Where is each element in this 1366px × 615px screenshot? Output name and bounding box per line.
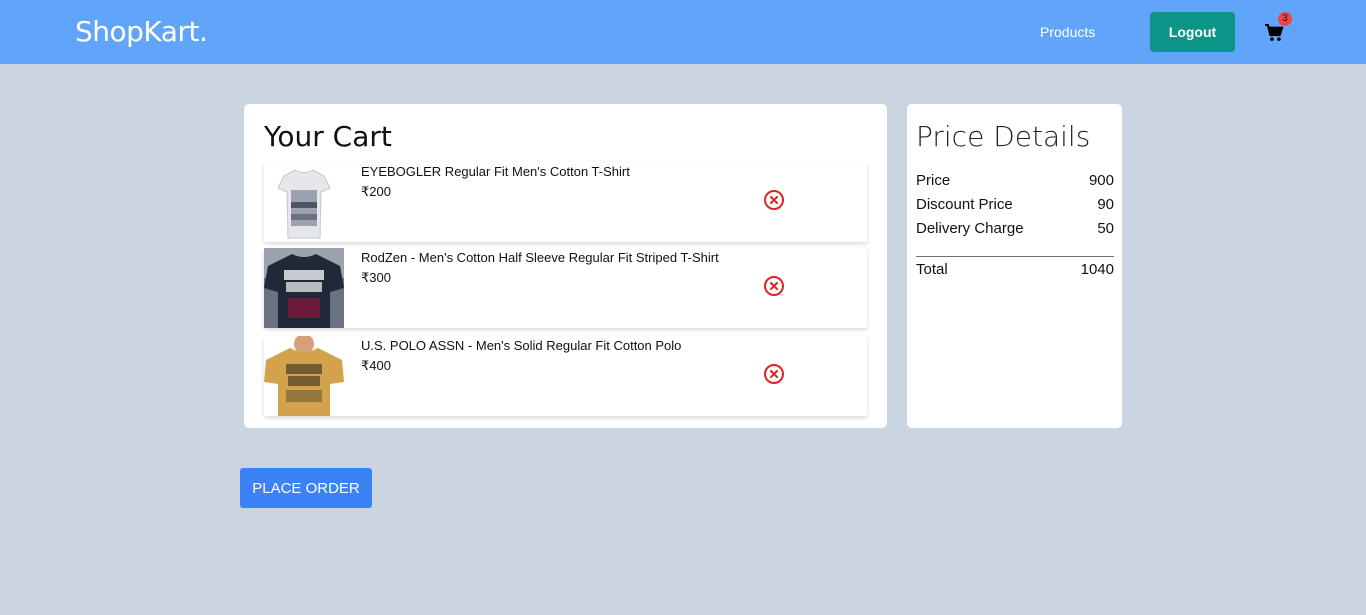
item-name: RodZen - Men's Cotton Half Sleeve Regula… bbox=[361, 250, 719, 265]
remove-item-button[interactable] bbox=[764, 276, 784, 296]
item-price: ₹200 bbox=[361, 184, 391, 199]
discount-row: Discount Price 90 bbox=[916, 196, 1114, 216]
shopping-cart-icon bbox=[1265, 24, 1284, 41]
delivery-value: 50 bbox=[1097, 220, 1114, 237]
cart-title: Your Cart bbox=[264, 120, 392, 153]
item-name: U.S. POLO ASSN - Men's Solid Regular Fit… bbox=[361, 338, 682, 353]
cart-panel: Your Cart EYEBOGLER Regular Fit Men's Co… bbox=[244, 104, 887, 428]
total-value: 1040 bbox=[1080, 261, 1114, 278]
item-name: EYEBOGLER Regular Fit Men's Cotton T-Shi… bbox=[361, 164, 630, 179]
remove-item-button[interactable] bbox=[764, 364, 784, 384]
products-link[interactable]: Products bbox=[1040, 24, 1095, 40]
total-label: Total bbox=[916, 261, 948, 278]
price-divider bbox=[916, 256, 1114, 257]
price-details-title: Price Details bbox=[916, 120, 1091, 153]
remove-circle-x-icon bbox=[770, 196, 778, 204]
price-label: Price bbox=[916, 172, 951, 189]
cart-item: EYEBOGLER Regular Fit Men's Cotton T-Shi… bbox=[264, 162, 867, 242]
price-details-panel: Price Details Price 900 Discount Price 9… bbox=[907, 104, 1122, 428]
cart-button[interactable]: 3 bbox=[1262, 12, 1292, 48]
cart-item: RodZen - Men's Cotton Half Sleeve Regula… bbox=[264, 248, 867, 328]
delivery-row: Delivery Charge 50 bbox=[916, 220, 1114, 240]
navbar: ShopKart. Products Logout 3 bbox=[0, 0, 1366, 64]
place-order-button[interactable]: PLACE ORDER bbox=[240, 468, 372, 508]
remove-item-button[interactable] bbox=[764, 190, 784, 210]
black-graphic-tshirt-image bbox=[264, 248, 344, 328]
discount-label: Discount Price bbox=[916, 196, 1013, 213]
total-row: Total 1040 bbox=[916, 261, 1114, 281]
remove-circle-x-icon bbox=[770, 282, 778, 290]
price-row: Price 900 bbox=[916, 172, 1114, 192]
item-price: ₹300 bbox=[361, 270, 391, 285]
delivery-label: Delivery Charge bbox=[916, 220, 1024, 237]
brand-logo[interactable]: ShopKart. bbox=[75, 15, 208, 48]
cart-item: U.S. POLO ASSN - Men's Solid Regular Fit… bbox=[264, 336, 867, 416]
logout-button[interactable]: Logout bbox=[1150, 12, 1235, 52]
white-tshirt-image bbox=[264, 162, 344, 242]
remove-circle-x-icon bbox=[770, 370, 778, 378]
discount-value: 90 bbox=[1097, 196, 1114, 213]
price-value: 900 bbox=[1088, 172, 1114, 189]
item-price: ₹400 bbox=[361, 358, 391, 373]
cart-count-badge: 3 bbox=[1278, 12, 1292, 26]
mustard-graphic-tshirt-image bbox=[264, 336, 344, 416]
